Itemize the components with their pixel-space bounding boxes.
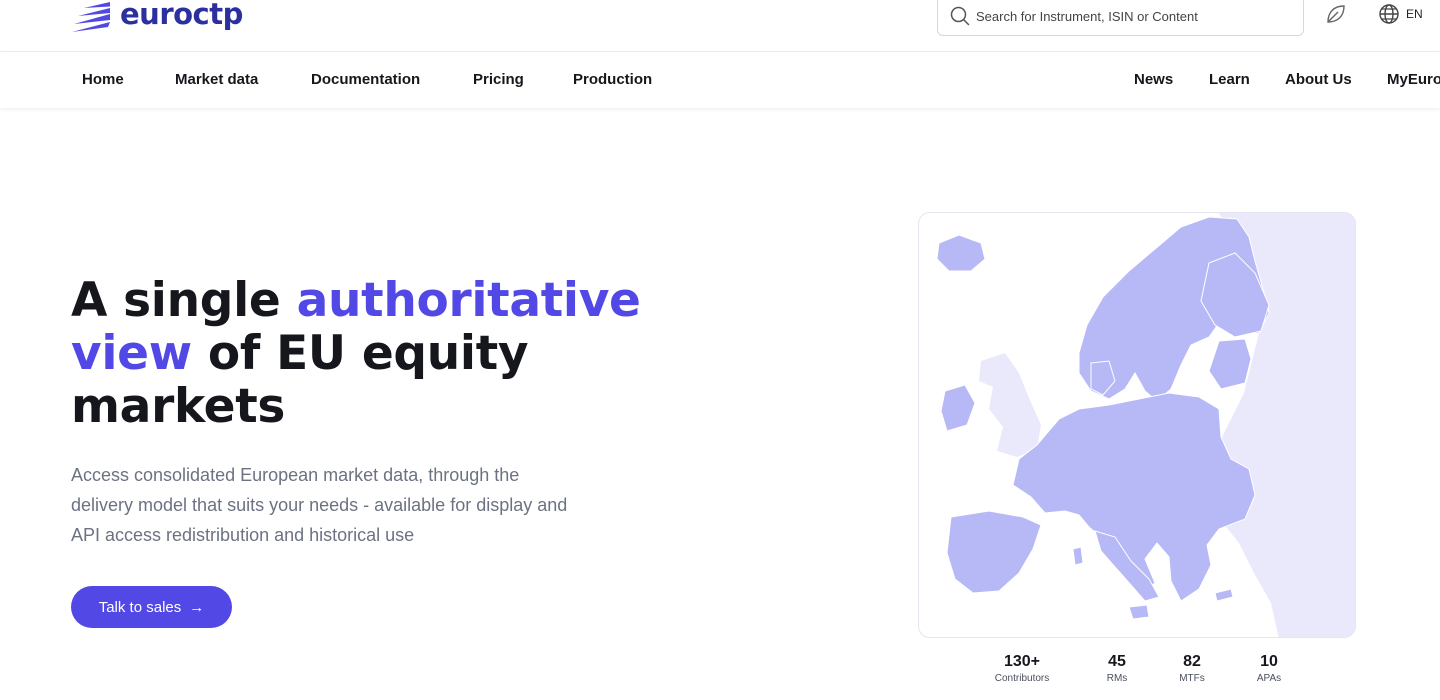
stat-label: RMs bbox=[1106, 673, 1128, 684]
talk-to-sales-button[interactable]: Talk to sales → bbox=[71, 586, 232, 628]
stat-value: 82 bbox=[1183, 653, 1201, 670]
stat-value: 45 bbox=[1108, 653, 1126, 670]
stat-apas: 10 APAs bbox=[1257, 653, 1281, 686]
nav-news[interactable]: News bbox=[1134, 71, 1173, 88]
stat-mtfs: 82 MTFs bbox=[1179, 653, 1205, 686]
globe-icon bbox=[1379, 4, 1399, 24]
hero-title: A single authoritative view of EU equity… bbox=[71, 274, 691, 433]
main-nav: Home Market data Documentation Pricing P… bbox=[0, 52, 1440, 108]
brand-logo[interactable]: euroctp bbox=[70, 0, 243, 34]
stat-value: 10 bbox=[1260, 653, 1278, 670]
language-label: EN bbox=[1406, 7, 1423, 21]
cta-label: Talk to sales bbox=[98, 598, 182, 616]
logo-rays-icon bbox=[72, 2, 110, 32]
stat-value: 130+ bbox=[1003, 653, 1041, 670]
nav-myeuro[interactable]: MyEuro bbox=[1387, 71, 1440, 88]
stat-rms: 45 RMs bbox=[1107, 653, 1128, 686]
brand-name: euroctp bbox=[120, 0, 243, 31]
nav-pricing[interactable]: Pricing bbox=[473, 71, 524, 88]
stat-label: APAs bbox=[1256, 673, 1282, 684]
sustainability-button[interactable] bbox=[1324, 2, 1348, 26]
nav-home[interactable]: Home bbox=[82, 71, 124, 88]
language-selector[interactable]: EN bbox=[1378, 2, 1423, 26]
nav-learn[interactable]: Learn bbox=[1209, 71, 1250, 88]
search-input[interactable] bbox=[976, 8, 1276, 24]
nav-about-us[interactable]: About Us bbox=[1285, 71, 1352, 88]
stats-row: 130+ Contributors 45 RMs 82 MTFs 10 APAs bbox=[0, 653, 1440, 693]
map-member-states bbox=[936, 216, 1270, 620]
nav-documentation[interactable]: Documentation bbox=[311, 71, 420, 88]
arrow-right-icon: → bbox=[189, 598, 205, 616]
search-box[interactable] bbox=[937, 0, 1304, 36]
hero-subtitle: Access consolidated European market data… bbox=[71, 465, 568, 545]
stat-contributors: 130+ Contributors bbox=[995, 653, 1049, 686]
nav-production[interactable]: Production bbox=[573, 71, 652, 88]
stat-label: MTFs bbox=[1179, 673, 1205, 684]
europe-map-icon bbox=[936, 213, 1355, 637]
top-bar: euroctp EN bbox=[0, 0, 1440, 52]
hero-title-part1: A single bbox=[71, 273, 297, 328]
europe-map-card bbox=[918, 212, 1356, 638]
stat-label: Contributors bbox=[994, 673, 1050, 684]
search-icon bbox=[950, 6, 970, 26]
leaf-icon bbox=[1327, 5, 1345, 23]
nav-market-data[interactable]: Market data bbox=[175, 71, 258, 88]
